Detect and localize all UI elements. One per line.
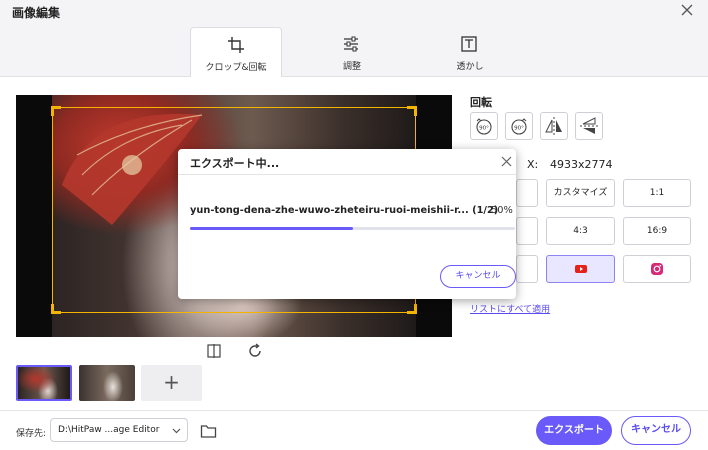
flip-vertical-icon: [580, 117, 598, 134]
export-button[interactable]: エクスポート: [536, 416, 612, 445]
dialog-cancel-button[interactable]: キャンセル: [440, 265, 516, 288]
thumbnail-2[interactable]: [79, 365, 135, 401]
ratio-3-2-button[interactable]: [516, 217, 538, 245]
dialog-divider: [178, 174, 516, 175]
folder-icon[interactable]: [200, 423, 217, 439]
rotate-right-button[interactable]: 90°: [505, 112, 533, 140]
progress-bar: [190, 227, 515, 230]
thumbnail-image: [18, 367, 70, 399]
add-image-button[interactable]: +: [141, 365, 202, 401]
chevron-down-icon: [172, 426, 181, 435]
youtube-icon: [574, 262, 588, 276]
crop-handle-bottom-left[interactable]: [51, 304, 61, 314]
save-path-select[interactable]: D:\HitPaw ...age Editor: [50, 418, 188, 442]
ratio-1-1-button[interactable]: 1:1: [623, 179, 691, 207]
flip-horizontal-button[interactable]: [540, 112, 568, 140]
size-value: 4933x2774: [550, 158, 613, 171]
tab-label: 調整: [342, 62, 361, 72]
export-progress-dialog: エクスポート中... yun-tong-dena-zhe-wuwo-zhetei…: [178, 149, 516, 299]
tab-label: 透かし: [456, 62, 484, 72]
ratio-label: 4:3: [573, 226, 588, 236]
crop-handle-top-right[interactable]: [407, 106, 417, 116]
rotate-right-label: 90°: [514, 126, 524, 132]
watermark-icon: [460, 35, 478, 53]
progress-fill: [190, 227, 353, 230]
ratio-facebook-button[interactable]: [516, 255, 538, 283]
ratio-instagram-button[interactable]: [623, 255, 691, 283]
sliders-icon: [342, 35, 360, 53]
crop-icon: [227, 36, 245, 54]
ratio-original-button[interactable]: [516, 179, 538, 207]
crop-handle-bottom-right[interactable]: [407, 304, 417, 314]
flip-vertical-button[interactable]: [575, 112, 603, 140]
ratio-label: カスタマイズ: [553, 188, 608, 198]
rotate-left-button[interactable]: 90°: [470, 112, 498, 140]
export-percent: 50%: [491, 205, 513, 216]
close-icon[interactable]: [680, 3, 694, 17]
rotate-right-icon: 90°: [511, 118, 527, 135]
tab-crop-rotate[interactable]: クロップ&回転: [190, 27, 282, 77]
ratio-16-9-button[interactable]: 16:9: [623, 217, 691, 245]
tab-watermark[interactable]: 透かし: [424, 27, 516, 77]
tab-adjust[interactable]: 調整: [306, 27, 398, 77]
reset-icon[interactable]: [247, 343, 263, 359]
ratio-4-3-button[interactable]: 4:3: [546, 217, 615, 245]
rotation-title: 回転: [470, 96, 492, 109]
thumbnail-image: [79, 365, 135, 401]
window-title: 画像編集: [12, 6, 61, 20]
cancel-button[interactable]: キャンセル: [621, 416, 691, 445]
rotate-left-icon: 90°: [476, 118, 492, 135]
flip-horizontal-icon: [545, 117, 562, 135]
compare-icon[interactable]: [206, 343, 222, 359]
close-icon[interactable]: [501, 156, 512, 167]
apply-all-link[interactable]: リストにすべて適用: [470, 302, 550, 315]
thumbnail-1[interactable]: [16, 365, 72, 401]
tab-label: クロップ&回転: [205, 63, 267, 73]
ratio-label: 1:1: [649, 188, 665, 198]
crop-handle-top-left[interactable]: [51, 106, 61, 116]
ratio-custom-button[interactable]: カスタマイズ: [546, 179, 615, 207]
rotate-left-label: 90°: [479, 126, 489, 132]
save-path-value: D:\HitPaw ...age Editor: [58, 425, 160, 435]
dialog-title: エクスポート中...: [190, 157, 280, 170]
save-location-label: 保存先:: [16, 429, 47, 439]
size-label: X:: [527, 158, 539, 171]
export-file-name: yun-tong-dena-zhe-wuwo-zheteiru-ruoi-mei…: [190, 205, 499, 216]
ratio-youtube-button[interactable]: [546, 255, 615, 283]
ratio-label: 16:9: [646, 226, 668, 236]
instagram-icon: [650, 262, 664, 276]
